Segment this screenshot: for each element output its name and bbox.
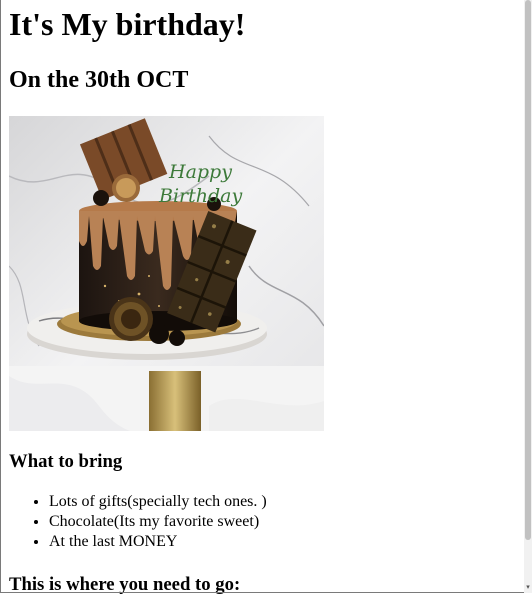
svg-text:Happy: Happy <box>168 161 232 183</box>
list-item: At the last MONEY <box>49 532 267 552</box>
bring-heading: What to bring <box>9 451 123 472</box>
chevron-down-icon[interactable]: ▾ <box>525 584 531 591</box>
page-title: It's My birthday! <box>9 6 246 42</box>
list-item: Chocolate(Its my favorite sweet) <box>49 512 267 532</box>
birthday-cake-image: Happy Birthday <box>9 116 324 431</box>
vertical-scrollbar[interactable]: ▾ <box>524 0 532 593</box>
page-frame: It's My birthday! On the 30th OCT Happy … <box>0 0 525 595</box>
cake-illustration: Happy Birthday <box>9 116 324 431</box>
svg-text:Birthday: Birthday <box>158 185 242 207</box>
scrollbar-thumb[interactable] <box>525 0 531 540</box>
bring-list: Lots of gifts(specially tech ones. ) Cho… <box>9 492 267 552</box>
list-item: Lots of gifts(specially tech ones. ) <box>49 492 267 512</box>
page-subtitle: On the 30th OCT <box>9 67 189 93</box>
